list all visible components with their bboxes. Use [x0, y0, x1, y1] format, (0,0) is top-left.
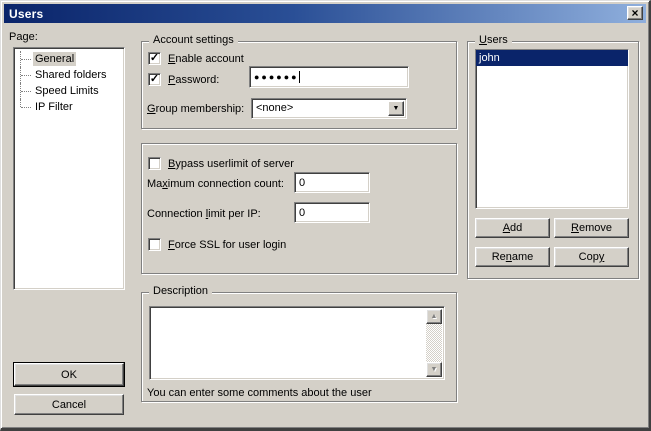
- bypass-userlimit-label: Bypass userlimit of server: [168, 158, 294, 170]
- tree-item-label: General: [33, 52, 76, 66]
- connection-limit-per-ip-label: Connection limit per IP:: [147, 208, 261, 220]
- page-tree[interactable]: General Shared folders Speed Limits IP F…: [13, 47, 125, 290]
- bypass-userlimit-checkbox[interactable]: [148, 157, 161, 170]
- ok-button-label: OK: [61, 369, 77, 381]
- max-connection-count-input[interactable]: 0: [294, 172, 370, 193]
- window-title: Users: [4, 7, 43, 21]
- connection-limit-per-ip-value: 0: [295, 203, 369, 219]
- group-membership-dropdown[interactable]: <none> ▼: [251, 98, 407, 119]
- page-label: Page:: [9, 31, 38, 43]
- close-button[interactable]: ×: [627, 6, 643, 20]
- password-input[interactable]: ●●●●●●: [249, 66, 409, 88]
- rename-button-label: Rename: [492, 251, 534, 263]
- add-button[interactable]: Add: [475, 218, 550, 238]
- group-membership-label: Group membership:: [147, 103, 244, 115]
- check-icon: ✓: [150, 54, 159, 63]
- tree-item-label: IP Filter: [33, 100, 75, 114]
- chevron-down-icon: ▼: [393, 105, 400, 112]
- tree-item-label: Speed Limits: [33, 84, 101, 98]
- account-settings-group-title: Account settings: [149, 34, 238, 46]
- cancel-button-label: Cancel: [52, 399, 86, 411]
- users-dialog: Users × Page: General Shared folders Spe…: [0, 0, 651, 431]
- scroll-down-button[interactable]: ▼: [426, 362, 442, 377]
- password-value: ●●●●●●: [254, 72, 299, 82]
- remove-button-label: Remove: [571, 222, 612, 234]
- tree-branch-icon: [20, 67, 33, 83]
- description-hint: You can enter some comments about the us…: [147, 387, 372, 399]
- rename-button[interactable]: Rename: [475, 247, 550, 267]
- max-connection-count-value: 0: [295, 173, 369, 189]
- remove-button[interactable]: Remove: [554, 218, 629, 238]
- password-checkbox[interactable]: ✓: [148, 73, 161, 86]
- arrow-down-icon: ▼: [431, 366, 438, 373]
- force-ssl-checkbox[interactable]: [148, 238, 161, 251]
- max-connection-count-label: Maximum connection count:: [147, 178, 284, 190]
- user-list-item[interactable]: john: [476, 50, 628, 66]
- ok-button[interactable]: OK: [14, 363, 124, 386]
- add-button-label: Add: [503, 222, 523, 234]
- enable-account-label: Enable account: [168, 53, 244, 65]
- tree-branch-icon: [20, 51, 33, 67]
- description-value: [150, 307, 444, 311]
- tree-item-ip-filter[interactable]: IP Filter: [14, 99, 124, 115]
- description-textarea[interactable]: ▲ ▼: [149, 306, 445, 380]
- tree-branch-icon: [20, 99, 33, 115]
- copy-button-label: Copy: [579, 251, 605, 263]
- cancel-button[interactable]: Cancel: [14, 394, 124, 415]
- tree-branch-icon: [20, 83, 33, 99]
- close-icon: ×: [631, 8, 638, 18]
- users-group-title: Users: [475, 34, 512, 46]
- arrow-up-icon: ▲: [431, 313, 438, 320]
- dropdown-button[interactable]: ▼: [388, 101, 404, 116]
- copy-button[interactable]: Copy: [554, 247, 629, 267]
- check-icon: ✓: [150, 75, 159, 84]
- tree-item-shared-folders[interactable]: Shared folders: [14, 67, 124, 83]
- tree-item-speed-limits[interactable]: Speed Limits: [14, 83, 124, 99]
- scroll-up-button[interactable]: ▲: [426, 309, 442, 324]
- users-listbox[interactable]: john: [475, 49, 629, 209]
- connection-limit-per-ip-input[interactable]: 0: [294, 202, 370, 223]
- text-caret: [299, 71, 300, 83]
- description-group-title: Description: [149, 285, 212, 297]
- description-scrollbar[interactable]: ▲ ▼: [426, 309, 442, 377]
- scrollbar-track[interactable]: [426, 324, 442, 362]
- tree-item-label: Shared folders: [33, 68, 109, 82]
- password-label: Password:: [168, 74, 219, 86]
- tree-item-general[interactable]: General: [14, 51, 124, 67]
- force-ssl-label: Force SSL for user login: [168, 239, 286, 251]
- enable-account-checkbox[interactable]: ✓: [148, 52, 161, 65]
- group-membership-value: <none>: [252, 99, 406, 114]
- title-bar[interactable]: Users: [4, 4, 646, 23]
